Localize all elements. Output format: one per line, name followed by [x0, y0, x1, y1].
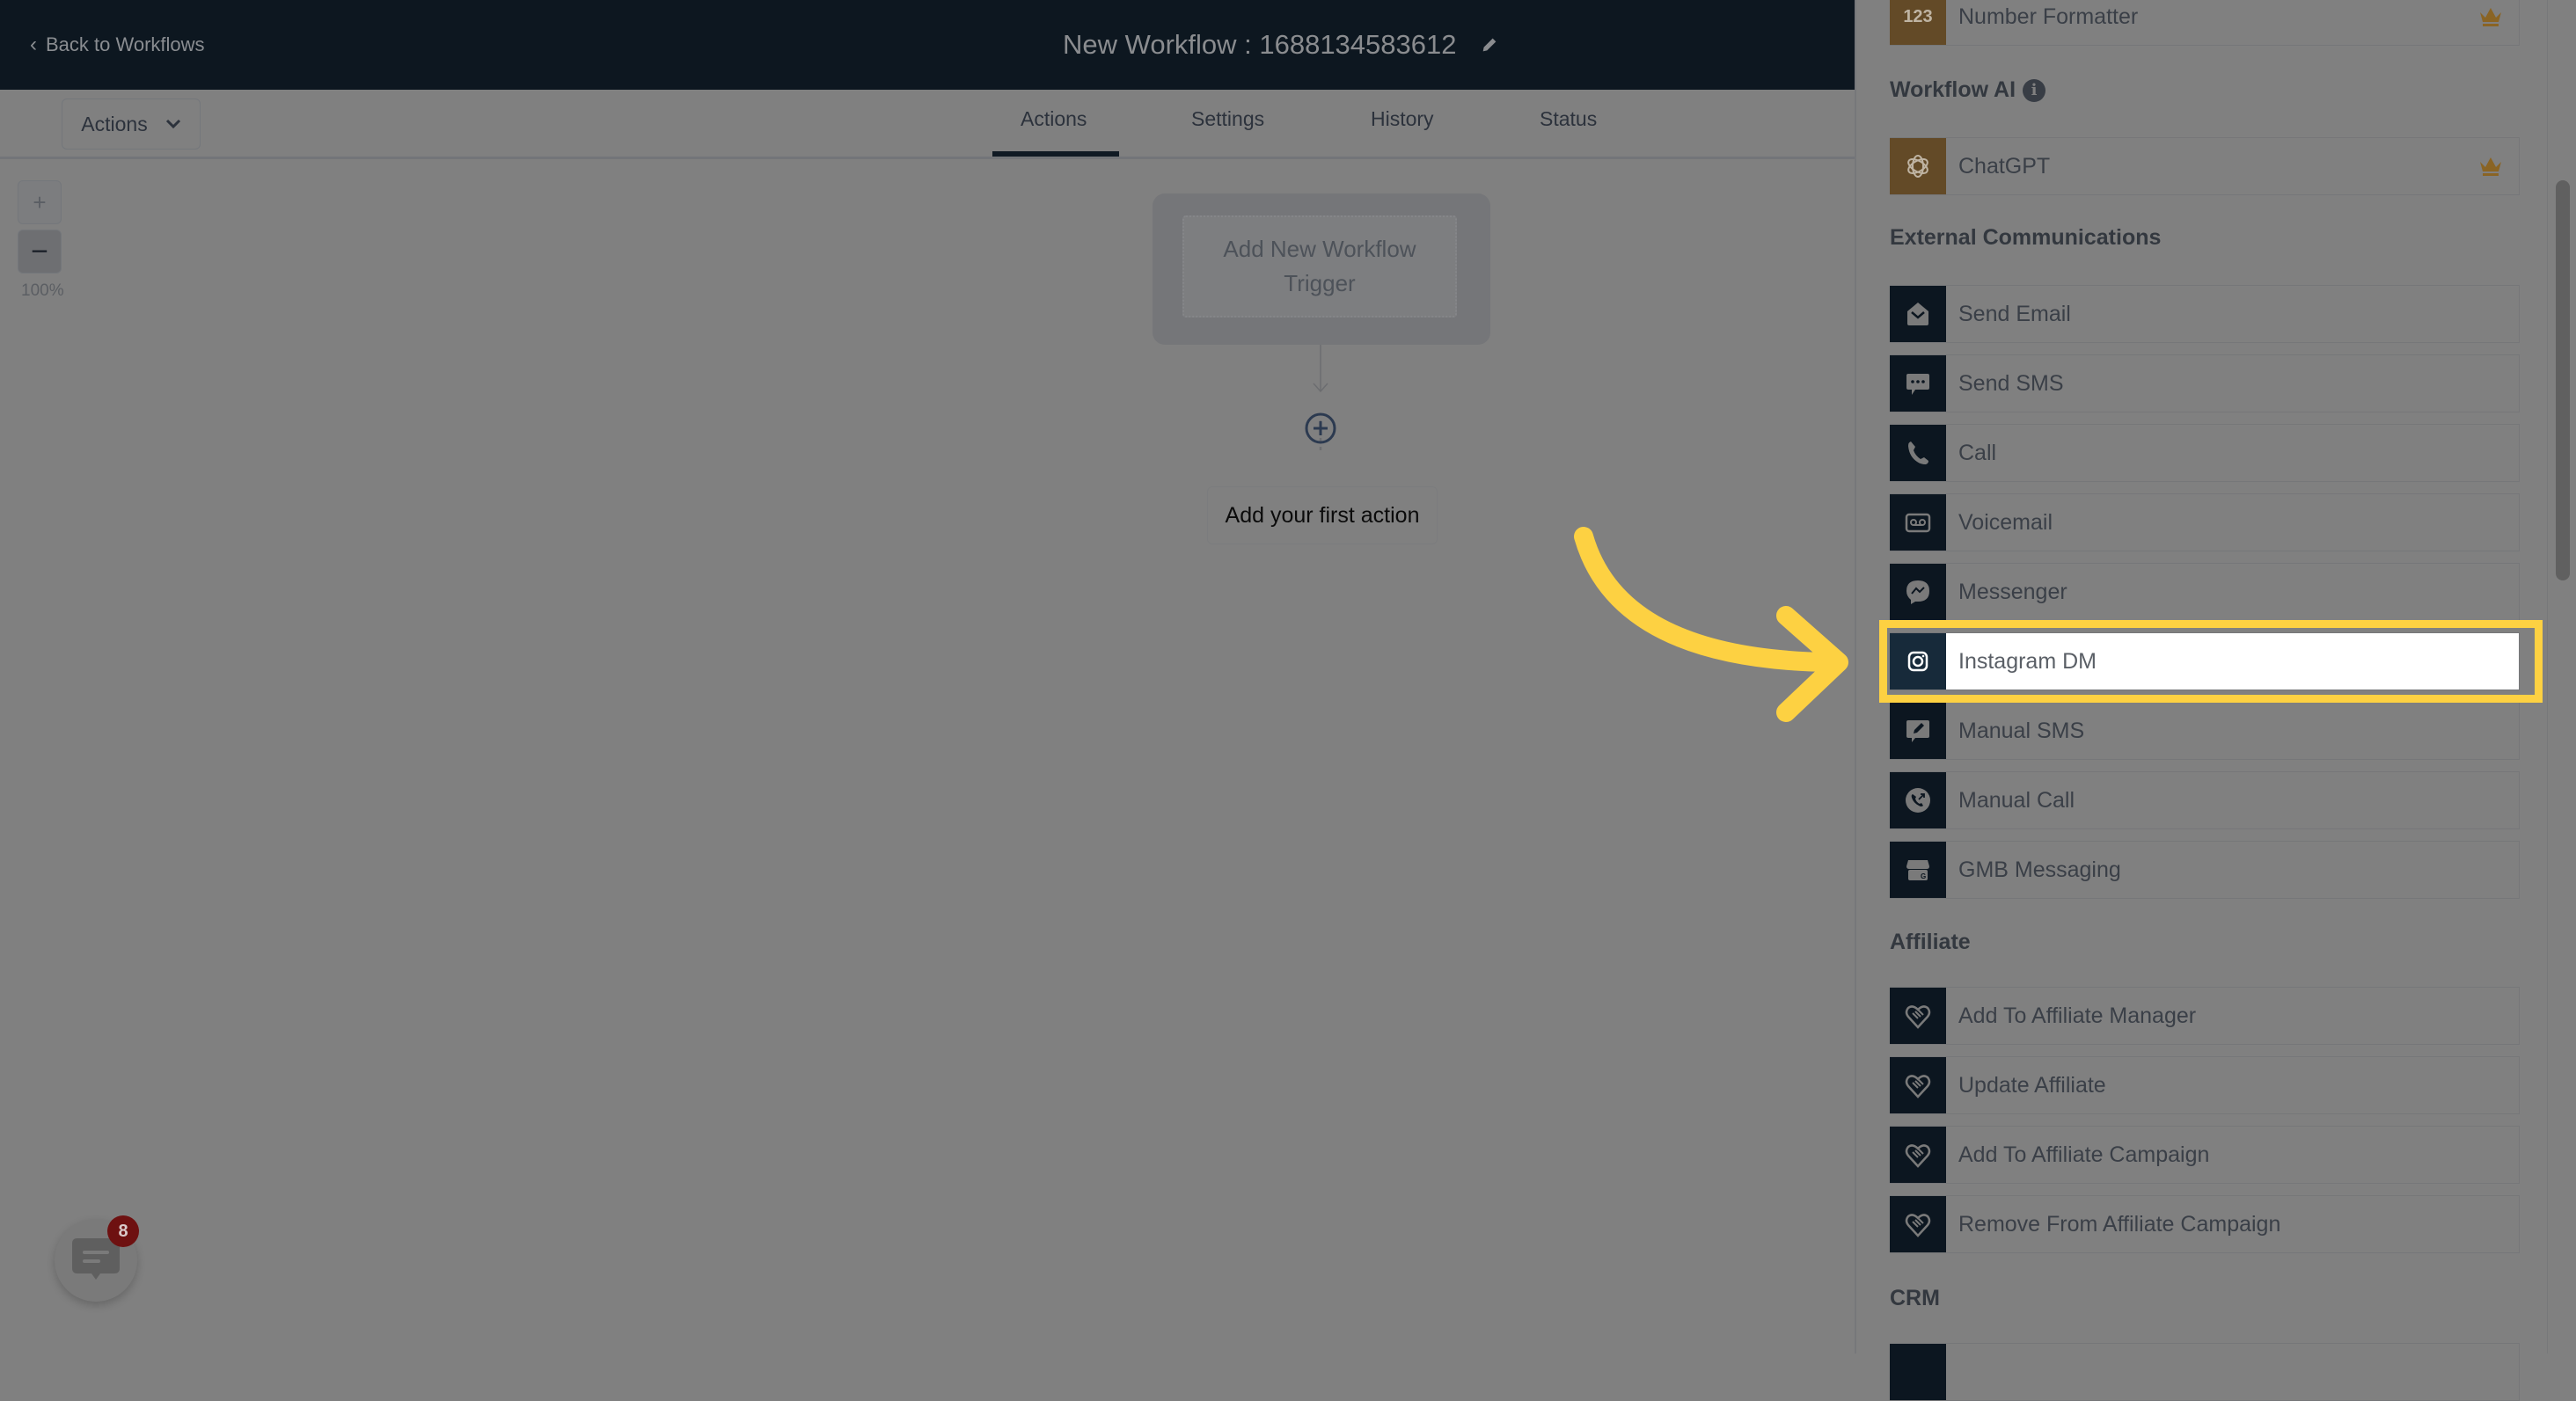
number-123-icon: 123 [1890, 0, 1946, 45]
action-label: Send SMS [1958, 370, 2064, 396]
actions-panel: 123 Number Formatter Workflow AI i ChatG… [1855, 0, 2576, 1401]
svg-text:G: G [1921, 872, 1926, 880]
section-header-workflow-ai: Workflow AI i [1890, 77, 2046, 103]
action-item-gmb-messaging[interactable]: G GMB Messaging [1890, 841, 2520, 899]
action-label: Add To Affiliate Manager [1958, 1003, 2197, 1028]
workflow-title: New Workflow : 1688134583612 [1063, 25, 1499, 65]
edit-pencil-icon[interactable] [1480, 35, 1499, 55]
top-header: ‹ Back to Workflows New Workflow : 16881… [0, 0, 1855, 90]
action-label: Remove From Affiliate Campaign [1958, 1211, 2281, 1237]
tab-settings[interactable]: Settings [1191, 107, 1264, 131]
crm-item-icon [1890, 1344, 1946, 1400]
add-first-action-button[interactable]: Add your first action [1207, 486, 1438, 544]
section-header-affiliate: Affiliate [1890, 930, 1971, 955]
premium-crown-icon [2480, 157, 2501, 176]
tab-status[interactable]: Status [1540, 107, 1597, 131]
action-item-send-email[interactable]: Send Email [1890, 285, 2520, 343]
unread-count-badge: 8 [107, 1215, 139, 1247]
action-item-add-to-affiliate-campaign[interactable]: Add To Affiliate Campaign [1890, 1126, 2520, 1184]
workflow-tabs: Actions Settings History Status [0, 90, 1855, 157]
node-connector [1313, 345, 1328, 450]
add-step-plus-icon[interactable] [1304, 412, 1339, 447]
action-item-remove-from-affiliate-campaign[interactable]: Remove From Affiliate Campaign [1890, 1195, 2520, 1253]
action-item-chatgpt[interactable]: ChatGPT [1890, 137, 2520, 195]
instagram-icon [1890, 633, 1946, 690]
action-item-manual-call[interactable]: Manual Call [1890, 771, 2520, 829]
action-label: Call [1958, 440, 1997, 465]
manual-sms-icon [1890, 703, 1946, 759]
action-label: Manual Call [1958, 787, 2075, 813]
action-item-crm-partial[interactable] [1890, 1343, 2520, 1401]
active-tab-indicator [992, 151, 1119, 157]
action-label: GMB Messaging [1958, 857, 2121, 882]
handshake-heart-icon [1890, 1196, 1946, 1252]
handshake-heart-icon [1890, 988, 1946, 1044]
action-label: Update Affiliate [1958, 1072, 2106, 1098]
action-label: ChatGPT [1958, 153, 2051, 179]
zoom-level: 100% [21, 281, 64, 300]
action-label: Manual SMS [1958, 718, 2085, 743]
action-item-messenger[interactable]: Messenger [1890, 563, 2520, 621]
action-item-call[interactable]: Call [1890, 424, 2520, 482]
action-item-update-affiliate[interactable]: Update Affiliate [1890, 1056, 2520, 1114]
action-label: Messenger [1958, 579, 2067, 604]
section-title: CRM [1890, 1286, 1940, 1310]
workflow-subbar: Actions Actions Settings History Status [0, 90, 1855, 159]
handshake-heart-icon [1890, 1127, 1946, 1183]
action-label: Instagram DM [1958, 648, 2097, 674]
trigger-node: Add New Workflow Trigger [1153, 193, 1490, 345]
back-to-workflows-link[interactable]: ‹ Back to Workflows [30, 30, 205, 60]
zoom-in-button[interactable]: + [18, 180, 62, 224]
action-label: Voicemail [1958, 509, 2053, 535]
gmb-store-icon: G [1890, 842, 1946, 898]
premium-crown-icon [2480, 8, 2501, 26]
section-title: External Communications [1890, 225, 2162, 250]
tab-actions[interactable]: Actions [1021, 107, 1087, 131]
back-link-label: Back to Workflows [46, 33, 205, 55]
action-item-voicemail[interactable]: Voicemail [1890, 493, 2520, 551]
action-item-instagram-dm[interactable]: Instagram DM [1890, 632, 2520, 690]
openai-icon [1890, 138, 1946, 194]
workflow-canvas[interactable]: + − 100% Add New Workflow Trigger Add yo… [0, 159, 1855, 1354]
add-trigger-label: Add New Workflow Trigger [1223, 236, 1416, 296]
action-item-manual-sms[interactable]: Manual SMS [1890, 702, 2520, 760]
add-trigger-button[interactable]: Add New Workflow Trigger [1182, 215, 1457, 317]
tab-history[interactable]: History [1371, 107, 1434, 131]
section-header-crm: CRM [1890, 1286, 1940, 1311]
action-label: Add To Affiliate Campaign [1958, 1142, 2210, 1167]
add-first-action-label: Add your first action [1225, 502, 1420, 528]
section-header-external-communications: External Communications [1890, 225, 2161, 251]
voicemail-icon [1890, 494, 1946, 551]
zoom-out-button[interactable]: − [18, 230, 62, 274]
messenger-icon [1890, 564, 1946, 620]
action-item-add-to-affiliate-manager[interactable]: Add To Affiliate Manager [1890, 987, 2520, 1045]
panel-scrollbar-thumb[interactable] [2556, 180, 2570, 580]
chevron-left-icon: ‹ [30, 33, 37, 56]
phone-icon [1890, 425, 1946, 481]
envelope-open-icon [1890, 286, 1946, 342]
action-label: Number Formatter [1958, 4, 2139, 29]
section-title: Workflow AI [1890, 77, 2016, 102]
workflow-title-text: New Workflow : 1688134583612 [1063, 29, 1457, 60]
info-icon[interactable]: i [2023, 78, 2046, 102]
action-item-number-formatter[interactable]: 123 Number Formatter [1890, 0, 2520, 46]
section-title: Affiliate [1890, 930, 1971, 954]
action-item-send-sms[interactable]: Send SMS [1890, 354, 2520, 412]
chat-bubble-dots-icon [1890, 355, 1946, 412]
handshake-heart-icon [1890, 1057, 1946, 1113]
action-label: Send Email [1958, 301, 2071, 326]
manual-call-icon [1890, 772, 1946, 828]
